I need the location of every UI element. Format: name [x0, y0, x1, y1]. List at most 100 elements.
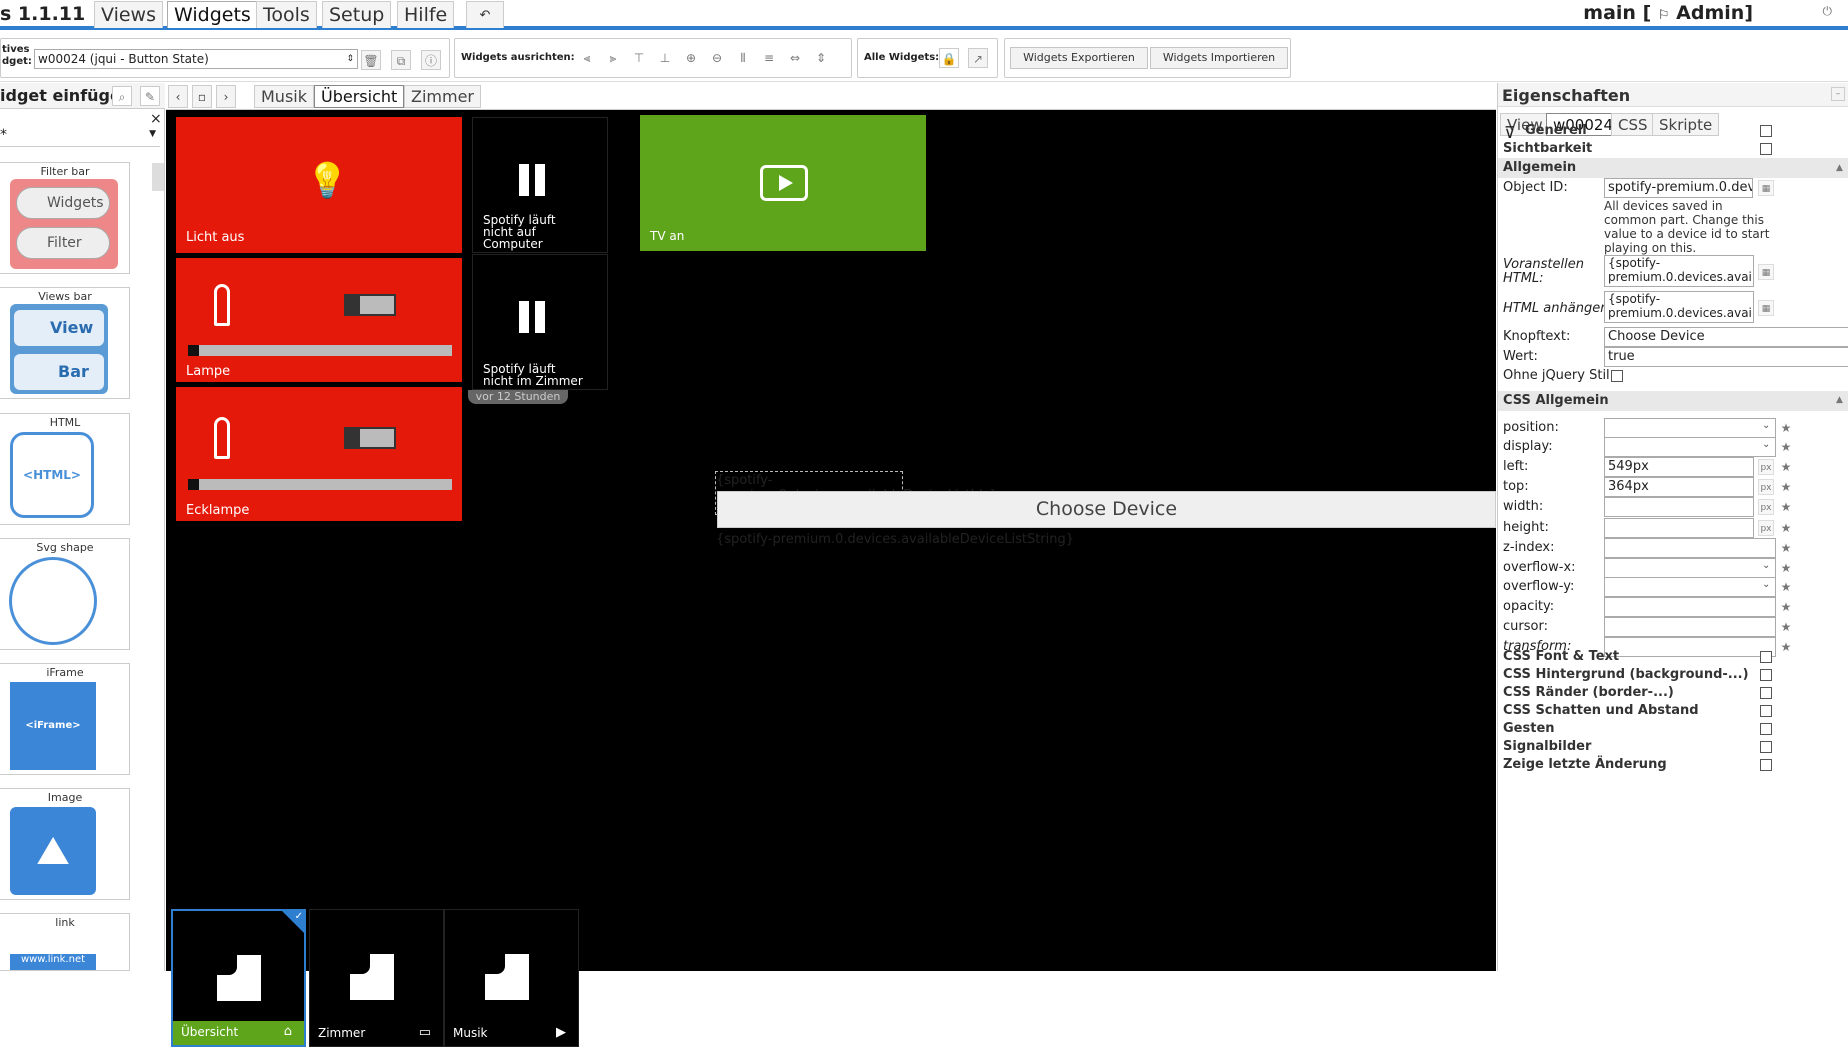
section-sichtbarkeit[interactable]: Sichtbarkeit [1499, 141, 1847, 156]
info-icon[interactable]: ⓘ [421, 50, 441, 70]
active-widget-select[interactable]: w00024 (jqui - Button State) ⇕ [34, 49, 358, 69]
css-input[interactable] [1604, 558, 1776, 578]
star-icon[interactable]: ★ [1779, 560, 1793, 576]
widget-spotify-zimmer[interactable]: Spotify läuft nicht im Zimmer [472, 254, 608, 390]
star-icon[interactable]: ★ [1779, 420, 1793, 436]
tab-ubersicht[interactable]: Übersicht [314, 85, 405, 108]
generell-checkbox[interactable] [1760, 125, 1772, 137]
section-generell[interactable]: Generell [1499, 123, 1847, 138]
external-link-icon[interactable]: ↗ [968, 48, 988, 68]
close-icon[interactable]: × [150, 111, 162, 127]
append-textarea[interactable]: {spotify-premium.0.devices.availableDevi… [1604, 291, 1754, 323]
section-css-allgemein[interactable]: CSS Allgemein [1498, 391, 1848, 411]
search-icon[interactable]: ⌕ [112, 86, 132, 106]
jquery-style-checkbox[interactable] [1611, 370, 1623, 382]
star-icon[interactable]: ★ [1779, 520, 1793, 536]
star-icon[interactable]: ★ [1779, 499, 1793, 515]
menu-views[interactable]: Views [94, 1, 163, 28]
import-widgets-button[interactable]: Widgets Importieren [1150, 47, 1288, 69]
next-view-icon[interactable]: › [216, 85, 236, 108]
section-2[interactable]: CSS Ränder (border-...) [1499, 685, 1847, 700]
palette-card-image[interactable]: Image ⛰ [0, 788, 130, 900]
css-input[interactable]: 364px [1604, 477, 1754, 497]
section-6[interactable]: Zeige letzte Änderung [1499, 757, 1847, 772]
palette-card-link[interactable]: link www.link.net [0, 913, 130, 971]
menu-setup[interactable]: Setup [322, 1, 392, 28]
palette-card-iframe[interactable]: iFrame <iFrame> [0, 663, 130, 775]
toggle-switch[interactable] [344, 294, 396, 316]
append-select-icon[interactable]: ▦ [1758, 300, 1774, 316]
section-checkbox[interactable] [1760, 741, 1772, 753]
section-allgemein[interactable]: Allgemein [1498, 158, 1848, 178]
palette-card-html[interactable]: HTML <HTML> [0, 413, 130, 525]
prepend-textarea[interactable]: {spotify-premium.0.devices.availableDevi… [1604, 255, 1754, 287]
power-icon[interactable]: ⏻ [1823, 4, 1833, 19]
section-checkbox[interactable] [1760, 723, 1772, 735]
distribute-h-icon[interactable]: ⫴ [733, 48, 753, 68]
unit-px-button[interactable]: px [1758, 479, 1774, 495]
section-3[interactable]: CSS Schatten und Abstand [1499, 703, 1847, 718]
export-widgets-button[interactable]: Widgets Exportieren [1010, 47, 1148, 69]
menu-hilfe[interactable]: Hilfe [397, 1, 455, 28]
css-input[interactable] [1604, 497, 1754, 517]
section-checkbox[interactable] [1760, 651, 1772, 663]
tab-musik[interactable]: Musik [254, 85, 314, 108]
knopftext-input[interactable]: Choose Device [1604, 327, 1848, 347]
section-0[interactable]: CSS Font & Text [1499, 649, 1847, 664]
sichtbarkeit-checkbox[interactable] [1760, 143, 1772, 155]
choose-device-button[interactable]: Choose Device [717, 491, 1496, 528]
view-list-icon[interactable]: ▫ [192, 85, 212, 108]
palette-card-filterbar[interactable]: Filter bar Widgets Filter [0, 162, 130, 274]
star-icon[interactable]: ★ [1779, 579, 1793, 595]
same-height-icon[interactable]: ⇕ [811, 48, 831, 68]
css-collapse-icon[interactable]: ▲ [1836, 395, 1843, 405]
css-input[interactable] [1604, 617, 1776, 637]
palette-card-viewsbar[interactable]: Views bar View Bar [0, 287, 130, 399]
star-icon[interactable]: ★ [1779, 439, 1793, 455]
collapse-icon[interactable]: – [1831, 87, 1845, 101]
widget-lampe[interactable]: Lampe [176, 258, 462, 382]
tab-zimmer[interactable]: Zimmer [404, 85, 481, 108]
lock-icon[interactable]: 🔒 [939, 48, 959, 68]
nav-musik[interactable]: Musik ▶ [444, 909, 579, 1047]
palette-scrollbar[interactable] [152, 163, 164, 191]
prepend-select-icon[interactable]: ▦ [1758, 264, 1774, 280]
align-hcenter-icon[interactable]: ⊖ [707, 48, 727, 68]
allgemein-collapse-icon[interactable]: ▲ [1836, 163, 1843, 173]
star-icon[interactable]: ★ [1779, 540, 1793, 556]
copy-widget-icon[interactable]: ⧉ [391, 50, 411, 70]
dim-slider[interactable] [188, 345, 452, 356]
css-input[interactable] [1604, 418, 1776, 438]
menu-tools[interactable]: Tools [256, 1, 317, 28]
section-4[interactable]: Gesten [1499, 721, 1847, 736]
css-input[interactable] [1604, 577, 1776, 597]
distribute-v-icon[interactable]: ≡ [759, 48, 779, 68]
wert-input[interactable]: true [1604, 347, 1848, 367]
oid-input[interactable]: spotify-premium.0.devices [1604, 178, 1753, 198]
section-checkbox[interactable] [1760, 759, 1772, 771]
widget-licht-aus[interactable]: 💡 Licht aus [176, 117, 462, 253]
section-checkbox[interactable] [1760, 687, 1772, 699]
css-input[interactable] [1604, 437, 1776, 457]
widget-spotify-computer[interactable]: Spotify läuft nicht auf Computer [472, 117, 608, 253]
widget-tv-an[interactable]: TV an [640, 115, 926, 251]
align-vcenter-icon[interactable]: ⊕ [681, 48, 701, 68]
same-width-icon[interactable]: ⇔ [785, 48, 805, 68]
undo-button[interactable]: ↶ [466, 1, 504, 28]
section-5[interactable]: Signalbilder [1499, 739, 1847, 754]
section-checkbox[interactable] [1760, 705, 1772, 717]
css-input[interactable] [1604, 518, 1754, 538]
star-icon[interactable]: ★ [1779, 599, 1793, 615]
edit-icon[interactable]: ✎ [140, 86, 160, 106]
unit-px-button[interactable]: px [1758, 499, 1774, 515]
dim-slider-handle[interactable] [188, 479, 199, 490]
section-checkbox[interactable] [1760, 669, 1772, 681]
oid-select-icon[interactable]: ▦ [1758, 180, 1774, 196]
star-icon[interactable]: ★ [1779, 479, 1793, 495]
dim-slider[interactable] [188, 479, 452, 490]
align-right-icon[interactable]: ⫸ [603, 48, 623, 68]
widget-ecklampe[interactable]: Ecklampe [176, 387, 462, 521]
css-input[interactable] [1604, 538, 1776, 558]
nav-ubersicht[interactable]: ✓ Übersicht ⌂ [171, 909, 306, 1047]
palette-card-svg[interactable]: Svg shape [0, 538, 130, 650]
